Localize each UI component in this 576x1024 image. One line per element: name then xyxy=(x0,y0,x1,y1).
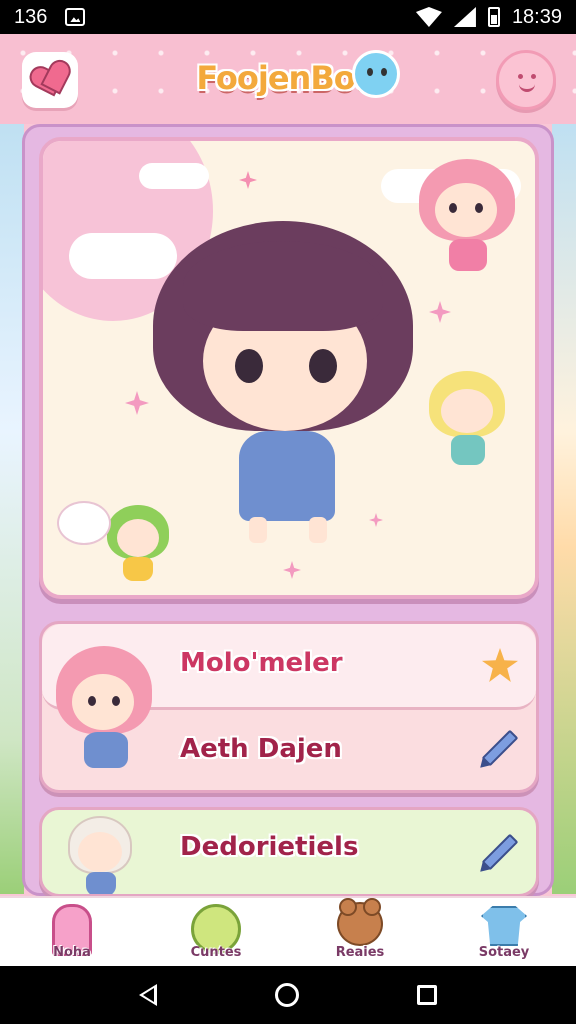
list-card-1: Molo'meler Aeth Dajen xyxy=(39,621,539,793)
home-circle-icon[interactable] xyxy=(275,983,299,1007)
background-scenery-right xyxy=(552,124,576,894)
white-bunny xyxy=(57,495,113,547)
bear-icon xyxy=(337,898,383,946)
list-item-label: Aeth Dajen xyxy=(180,734,342,764)
pink-hair-chibi xyxy=(419,159,519,279)
sparkle-icon xyxy=(239,171,257,189)
shirt-icon xyxy=(481,906,527,946)
main-panel: Molo'meler Aeth Dajen Dedorietiels xyxy=(22,124,554,897)
main-chibi-girl xyxy=(153,221,413,551)
sparkle-icon xyxy=(125,391,149,415)
nav-item-label: Cuntes xyxy=(190,945,242,960)
battery-icon xyxy=(487,7,500,27)
nav-item-home[interactable]: Noha xyxy=(0,898,144,966)
blonde-chibi xyxy=(429,371,509,481)
nav-item-contests[interactable]: Cuntes xyxy=(144,898,288,966)
cloud-decoration xyxy=(139,163,209,189)
bottom-navigation: Noha Cuntes Reaies Sotaey xyxy=(0,896,576,966)
green-hair-chibi xyxy=(107,505,177,591)
nav-item-replies[interactable]: Reaies xyxy=(288,898,432,966)
status-time: 18:39 xyxy=(511,5,562,28)
list-item-label: Molo'meler xyxy=(180,648,343,678)
profile-button[interactable] xyxy=(496,50,556,110)
white-hair-chibi-avatar xyxy=(68,816,148,894)
nav-item-label: Reaies xyxy=(335,945,385,960)
wifi-icon xyxy=(415,7,442,27)
pencil-icon[interactable] xyxy=(481,833,519,871)
star-icon[interactable] xyxy=(482,648,518,682)
status-left-text: 136 xyxy=(14,5,48,28)
hero-illustration[interactable] xyxy=(39,137,539,599)
edit-button[interactable] xyxy=(22,52,78,108)
heart-eraser-icon xyxy=(29,60,71,99)
sparkle-icon xyxy=(283,561,301,579)
list-item-label: Dedorietiels xyxy=(180,832,359,862)
status-bar: 136 18:39 xyxy=(0,0,576,34)
nav-item-label: Sotaey xyxy=(478,945,530,960)
recents-square-icon[interactable] xyxy=(417,985,437,1005)
nav-item-store[interactable]: Sotaey xyxy=(432,898,576,966)
smile-face-icon xyxy=(499,53,553,107)
mascot-icon xyxy=(352,50,400,98)
signal-icon xyxy=(453,7,476,27)
back-icon[interactable] xyxy=(139,984,157,1006)
pencil-icon[interactable] xyxy=(481,729,519,767)
pink-hair-chibi-avatar xyxy=(56,646,156,776)
image-icon xyxy=(65,8,86,26)
list-item[interactable]: Dedorietiels xyxy=(39,807,539,897)
app-header: FoojenBoo xyxy=(0,34,576,124)
sparkle-icon xyxy=(429,301,451,323)
background-scenery-left xyxy=(0,124,24,894)
system-navigation-bar xyxy=(0,966,576,1024)
nav-item-label: Noha xyxy=(53,945,91,960)
